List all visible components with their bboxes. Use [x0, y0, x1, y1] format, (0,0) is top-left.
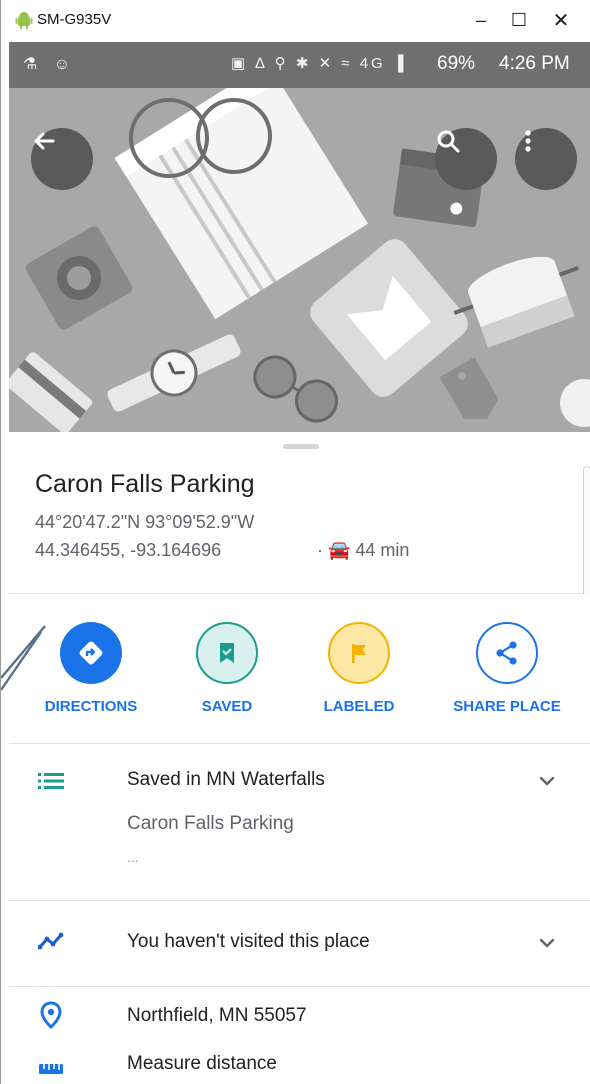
bookmark-icon	[196, 622, 258, 684]
more-vert-icon	[525, 130, 531, 152]
visited-row[interactable]: You haven't visited this place	[9, 901, 590, 986]
directions-icon	[60, 622, 122, 684]
search-button[interactable]	[435, 128, 497, 190]
action-buttons-row: DIRECTIONS SAVED LABELED SHARE PLACE	[9, 594, 590, 744]
labeled-button[interactable]: LABELED	[289, 622, 429, 715]
battery-level: 69%	[437, 53, 476, 74]
share-place-button[interactable]: SHARE PLACE	[437, 622, 577, 715]
android-icon	[15, 11, 33, 29]
location-pin-icon	[35, 1001, 67, 1029]
back-button[interactable]	[31, 128, 93, 190]
place-coordinates-dms: 44°20'47.2"N 93°09'52.9"W	[35, 512, 255, 532]
window-title: SM-G935V	[37, 11, 112, 28]
illustration	[9, 88, 590, 432]
search-icon	[437, 130, 460, 153]
timeline-icon	[35, 927, 67, 955]
saved-list-row[interactable]: Saved in MN Waterfalls Caron Falls Parki…	[9, 745, 590, 900]
share-place-label: SHARE PLACE	[453, 698, 561, 715]
chevron-down-icon[interactable]	[537, 933, 557, 953]
place-name: Caron Falls Parking	[35, 470, 255, 498]
window-titlebar: SM-G935V – ☐ ✕	[1, 0, 590, 40]
emulator-window: SM-G935V – ☐ ✕ ⚗ ☺ ▣ ∆ ⚲ ✱ ✕ ≈ 4G ▐ 69% …	[0, 0, 590, 1084]
phone-screen: ⚗ ☺ ▣ ∆ ⚲ ✱ ✕ ≈ 4G ▐ 69% 4:26 PM Caron F…	[9, 42, 590, 1084]
place-header-sheet[interactable]: Caron Falls Parking 44°20'47.2"N 93°09'5…	[9, 434, 590, 594]
saved-list-more: ...	[127, 849, 139, 865]
flag-icon	[328, 622, 390, 684]
more-options-button[interactable]	[515, 128, 577, 190]
share-icon	[476, 622, 538, 684]
measure-distance-row[interactable]: Measure distance	[9, 1047, 590, 1084]
labeled-label: LABELED	[323, 698, 395, 715]
minimize-button[interactable]: –	[461, 6, 501, 34]
address-row[interactable]: Northfield, MN 55057	[9, 987, 590, 1047]
notification-icons: ⚗ ☺	[23, 56, 77, 73]
measure-distance-label: Measure distance	[127, 1053, 277, 1074]
callout-annotation	[1, 625, 46, 691]
place-photo-placeholder[interactable]	[9, 88, 590, 432]
place-coordinates-decimal: 44.346455, -93.164696	[35, 540, 222, 560]
saved-list-title: Saved in MN Waterfalls	[127, 769, 325, 790]
close-window-button[interactable]: ✕	[541, 6, 581, 34]
chevron-down-icon[interactable]	[537, 771, 557, 791]
maximize-button[interactable]: ☐	[499, 6, 539, 34]
visited-status: You haven't visited this place	[127, 931, 370, 952]
saved-button[interactable]: SAVED	[157, 622, 297, 715]
drag-handle[interactable]	[283, 444, 319, 449]
drive-time: · 🚘 44 min	[317, 540, 410, 560]
list-icon	[35, 767, 67, 795]
saved-label: SAVED	[201, 698, 253, 715]
place-address: Northfield, MN 55057	[127, 1005, 307, 1026]
ruler-icon	[35, 1055, 67, 1083]
saved-list-subtitle: Caron Falls Parking	[127, 813, 294, 834]
back-arrow-icon	[34, 132, 55, 150]
directions-label: DIRECTIONS	[44, 698, 138, 715]
status-bar: ⚗ ☺ ▣ ∆ ⚲ ✱ ✕ ≈ 4G ▐ 69% 4:26 PM	[9, 42, 590, 88]
status-time: 4:26 PM	[499, 53, 570, 74]
system-icons: ▣ ∆ ⚲ ✱ ✕ ≈ 4G ▐	[231, 55, 407, 72]
